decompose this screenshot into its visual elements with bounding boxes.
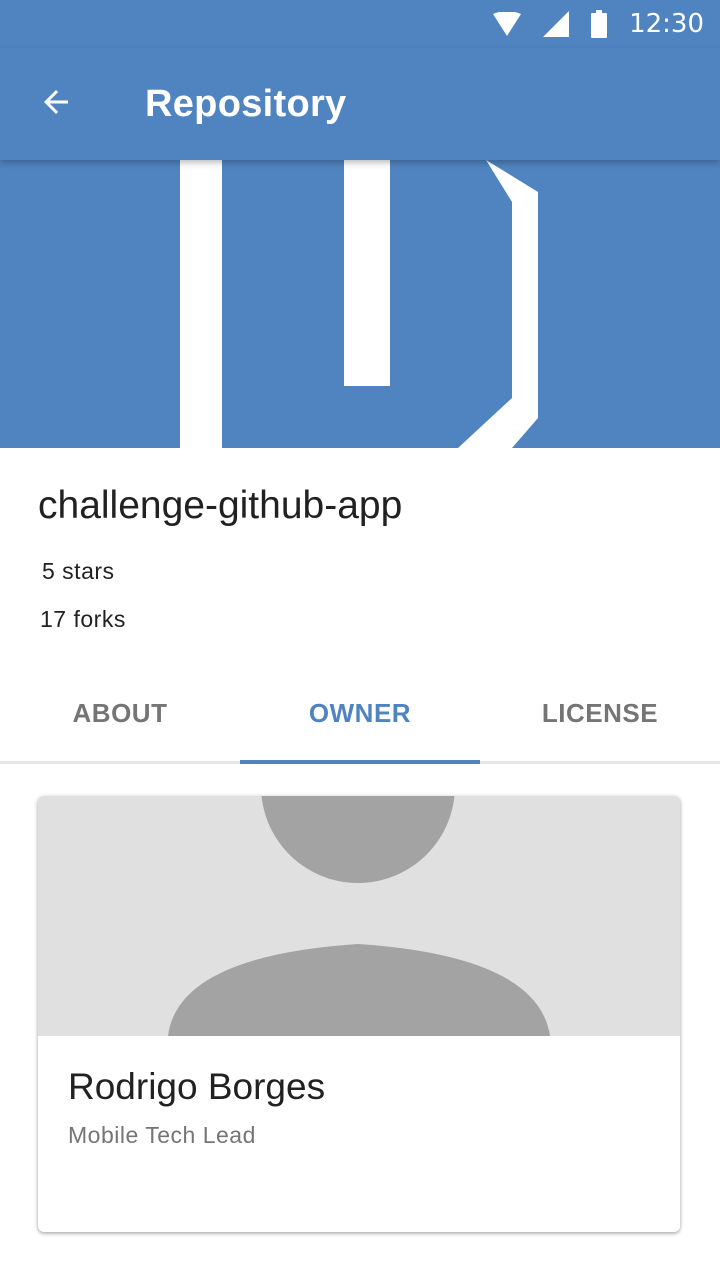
repository-name: challenge-github-app	[38, 484, 403, 527]
back-button[interactable]	[0, 48, 112, 160]
page-title: Repository	[145, 82, 347, 125]
tab-about[interactable]: ABOUT	[0, 666, 240, 761]
status-bar: 12:30	[0, 0, 720, 48]
wifi-icon	[493, 12, 522, 36]
tab-bar: ABOUT OWNER LICENSE	[0, 666, 720, 764]
owner-role: Mobile Tech Lead	[68, 1122, 256, 1148]
battery-icon	[591, 10, 608, 38]
cell-signal-icon	[543, 11, 570, 37]
forks-count: 17 forks	[40, 606, 126, 632]
repository-banner-image	[0, 160, 720, 448]
person-placeholder-icon	[38, 796, 680, 1036]
tab-owner[interactable]: OWNER	[240, 666, 480, 764]
app-bar: Repository	[0, 48, 720, 160]
owner-name: Rodrigo Borges	[68, 1066, 326, 1107]
owner-card[interactable]: Rodrigo Borges Mobile Tech Lead	[38, 796, 680, 1232]
tab-license[interactable]: LICENSE	[480, 666, 720, 761]
clock-time: 12:30	[629, 9, 704, 39]
stars-count: 5 stars	[42, 558, 115, 584]
arrow-back-icon	[38, 84, 74, 125]
